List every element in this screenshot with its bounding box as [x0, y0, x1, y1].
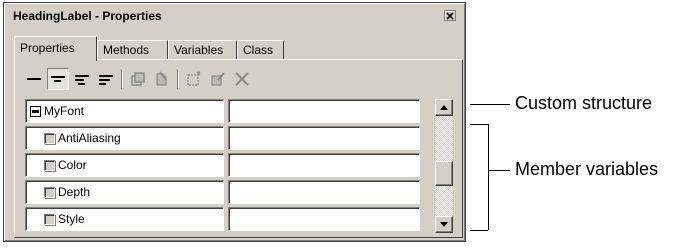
custom-structure-label: Custom structure [515, 93, 653, 113]
scroll-down-button[interactable] [435, 216, 453, 233]
paste-button[interactable] [151, 68, 173, 90]
property-value-cell[interactable] [228, 99, 420, 123]
vertical-scrollbar[interactable] [435, 99, 453, 233]
property-value-cell[interactable] [228, 126, 420, 150]
properties-window: HeadingLabel - Properties Properties Met… [3, 2, 466, 242]
member-variable-icon [44, 159, 55, 171]
custom-structure-leader [470, 104, 510, 105]
property-name: Style [58, 212, 85, 226]
property-value-cell[interactable] [228, 153, 420, 177]
indent-one-button[interactable] [47, 68, 69, 90]
property-name-cell[interactable]: MyFont [25, 99, 224, 123]
property-name-cell[interactable]: AntiAliasing [25, 126, 224, 150]
property-name: Color [58, 158, 87, 172]
property-row[interactable]: Style [25, 207, 435, 232]
toolbar-separator [177, 69, 179, 89]
title-bar[interactable]: HeadingLabel - Properties [7, 6, 462, 25]
member-variable-icon [44, 132, 55, 144]
arrow-down-icon [440, 222, 448, 227]
tab-methods[interactable]: Methods [97, 40, 168, 60]
property-name-cell[interactable]: Depth [25, 180, 224, 204]
collapse-icon[interactable] [30, 105, 41, 117]
property-row[interactable]: Color [25, 153, 435, 178]
delete-button[interactable] [231, 68, 253, 90]
property-grid: MyFont AntiAliasing Color Depth Style [25, 99, 438, 233]
indent-three-icon [99, 75, 113, 85]
member-variable-icon [44, 213, 55, 225]
new-property-icon [187, 71, 201, 86]
tab-properties[interactable]: Properties [14, 36, 97, 61]
indent-three-button[interactable] [95, 68, 117, 90]
property-name-cell[interactable]: Style [25, 207, 224, 231]
indent-two-icon [75, 75, 89, 85]
edit-property-button[interactable] [207, 68, 229, 90]
property-row[interactable]: AntiAliasing [25, 126, 435, 151]
property-row[interactable]: MyFont [25, 99, 435, 124]
toolbar-separator [121, 69, 123, 89]
paste-icon [156, 71, 167, 86]
scroll-thumb[interactable] [435, 161, 453, 186]
tab-variables[interactable]: Variables [168, 40, 237, 60]
no-indent-icon [27, 78, 41, 80]
property-row[interactable]: Depth [25, 180, 435, 205]
close-icon [446, 12, 454, 20]
member-bracket-top [470, 124, 488, 125]
property-value-cell[interactable] [228, 180, 420, 204]
member-variables-leader [488, 170, 510, 171]
new-property-button[interactable] [183, 68, 205, 90]
member-variable-icon [44, 186, 55, 198]
toolbar [23, 66, 443, 92]
close-button[interactable] [444, 10, 456, 21]
no-indent-button[interactable] [23, 68, 45, 90]
tab-class[interactable]: Class [237, 40, 284, 60]
property-name: Depth [58, 185, 91, 199]
member-variables-label: Member variables [515, 159, 659, 179]
member-bracket-bottom [470, 230, 488, 231]
indent-two-button[interactable] [71, 68, 93, 90]
window-title: HeadingLabel - Properties [13, 9, 162, 23]
properties-panel: MyFont AntiAliasing Color Depth Style [14, 59, 463, 238]
arrow-up-icon [440, 105, 448, 110]
cut-icon [131, 72, 145, 86]
scroll-up-button[interactable] [435, 99, 453, 116]
delete-icon [235, 72, 249, 86]
cut-button[interactable] [127, 68, 149, 90]
property-name: MyFont [44, 104, 85, 118]
edit-property-icon [211, 72, 225, 86]
member-bracket-spine [488, 124, 489, 230]
indent-one-icon [51, 76, 65, 82]
property-name: AntiAliasing [58, 131, 121, 145]
property-value-cell[interactable] [228, 207, 420, 231]
property-name-cell[interactable]: Color [25, 153, 224, 177]
